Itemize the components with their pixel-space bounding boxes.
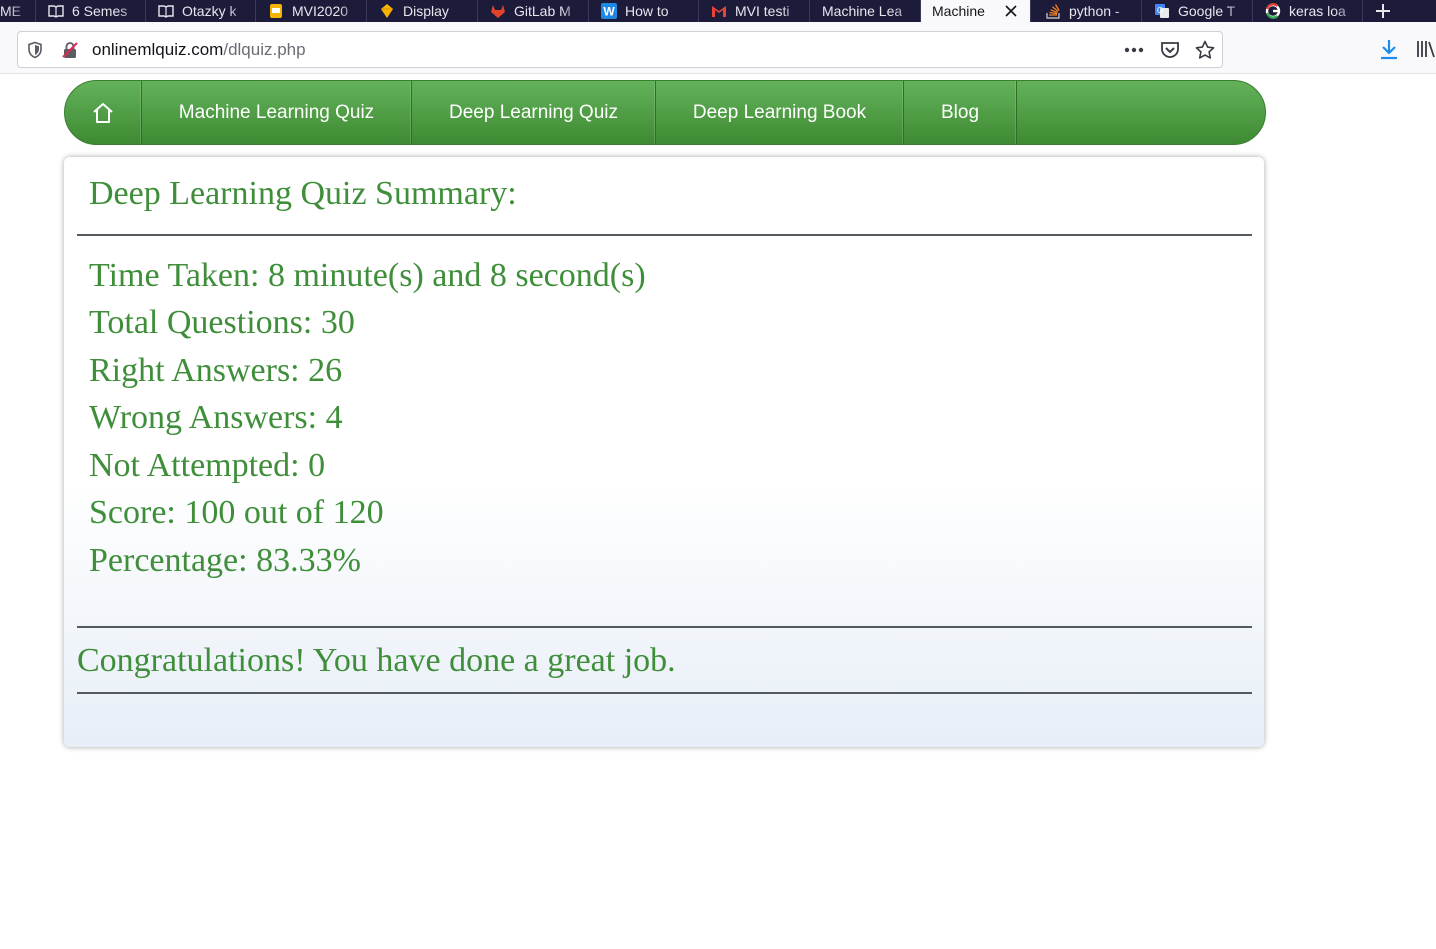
book-icon <box>158 3 174 19</box>
tab[interactable]: G Google T <box>1142 0 1253 22</box>
tracking-protection-shield-icon[interactable] <box>26 41 44 59</box>
url-text[interactable]: onlinemlquiz.com/dlquiz.php <box>92 40 306 60</box>
quiz-summary-card: Deep Learning Quiz Summary: Time Taken: … <box>64 157 1264 747</box>
tab[interactable]: W How to <box>589 0 699 22</box>
time-taken: Time Taken: 8 minute(s) and 8 second(s) <box>89 257 646 294</box>
new-tab-button[interactable] <box>1363 0 1403 22</box>
book-icon <box>48 3 64 19</box>
url-bar[interactable]: onlinemlquiz.com/dlquiz.php <box>17 31 1223 68</box>
tab[interactable]: Otazky k <box>146 0 256 22</box>
tab[interactable]: MVI testi <box>699 0 810 22</box>
url-path: /dlquiz.php <box>223 40 306 59</box>
right-answers: Right Answers: 26 <box>89 352 343 389</box>
tab-label: Google T <box>1178 3 1236 19</box>
divider <box>77 626 1252 628</box>
pocket-icon[interactable] <box>1159 39 1181 61</box>
tab-label: How to <box>625 3 669 19</box>
tab-label: python - <box>1069 3 1120 19</box>
tab-label: Machine <box>932 3 985 19</box>
insecure-lock-icon[interactable] <box>61 41 79 59</box>
tab[interactable]: MVI2020 <box>256 0 367 22</box>
bookmark-star-icon[interactable] <box>1194 39 1216 61</box>
tab-label: Otazky k <box>182 3 237 19</box>
tab[interactable]: python - <box>1031 0 1142 22</box>
divider <box>77 234 1252 236</box>
nav-deep-learning-book[interactable]: Deep Learning Book <box>656 81 904 144</box>
tab[interactable]: Machine Lea <box>810 0 921 22</box>
google-icon <box>1265 3 1281 19</box>
nav-machine-learning-quiz[interactable]: Machine Learning Quiz <box>142 81 412 144</box>
tab-label: MVI testi <box>735 3 790 19</box>
gitlab-icon <box>490 3 506 19</box>
translate-icon: G <box>1154 3 1170 19</box>
tab-label: GitLab M <box>514 3 571 19</box>
wrong-answers: Wrong Answers: 4 <box>89 399 343 436</box>
divider <box>77 692 1252 694</box>
score: Score: 100 out of 120 <box>89 494 384 531</box>
svg-text:G: G <box>1157 6 1163 15</box>
percentage: Percentage: 83.33% <box>89 542 361 579</box>
tab[interactable]: keras loa <box>1253 0 1363 22</box>
tab[interactable]: 6 Semes <box>36 0 146 22</box>
tab[interactable]: Display <box>367 0 478 22</box>
close-tab-icon[interactable] <box>1004 0 1018 22</box>
plus-icon <box>1376 4 1390 18</box>
url-domain: onlinemlquiz.com <box>92 40 224 59</box>
tab-label: Display <box>403 3 449 19</box>
tab[interactable]: GitLab M <box>478 0 589 22</box>
tab-label: ME <box>0 3 21 19</box>
gmail-icon <box>711 3 727 19</box>
downloads-icon[interactable] <box>1377 37 1401 61</box>
browser-toolbar: onlinemlquiz.com/dlquiz.php <box>0 22 1436 74</box>
tab-label: keras loa <box>1289 3 1346 19</box>
total-questions: Total Questions: 30 <box>89 304 355 341</box>
slides-icon <box>268 3 284 19</box>
summary-title: Deep Learning Quiz Summary: <box>89 175 517 212</box>
nav-deep-learning-quiz[interactable]: Deep Learning Quiz <box>412 81 656 144</box>
tab-strip: ME 6 Semes Otazky k MVI2020 Display GitL… <box>0 0 1436 22</box>
w-icon: W <box>601 3 617 19</box>
tab-label: Machine Lea <box>822 3 903 19</box>
svg-text:W: W <box>603 5 615 19</box>
tab-label: 6 Semes <box>72 3 128 19</box>
stack-icon <box>1045 3 1061 19</box>
nav-blog[interactable]: Blog <box>904 81 1017 144</box>
tab-active[interactable]: Machine <box>921 0 1031 22</box>
congratulations-message: Congratulations! You have done a great j… <box>77 642 676 679</box>
tab-label: MVI2020 <box>292 3 349 19</box>
site-navigation: Machine Learning Quiz Deep Learning Quiz… <box>64 80 1266 145</box>
tab[interactable]: ME <box>0 0 36 22</box>
not-attempted: Not Attempted: 0 <box>89 447 326 484</box>
home-icon <box>93 102 113 123</box>
page-actions-more-icon[interactable] <box>1123 39 1145 61</box>
home-button[interactable] <box>65 81 142 144</box>
library-icon[interactable] <box>1414 37 1436 61</box>
sketch-icon <box>379 3 395 19</box>
